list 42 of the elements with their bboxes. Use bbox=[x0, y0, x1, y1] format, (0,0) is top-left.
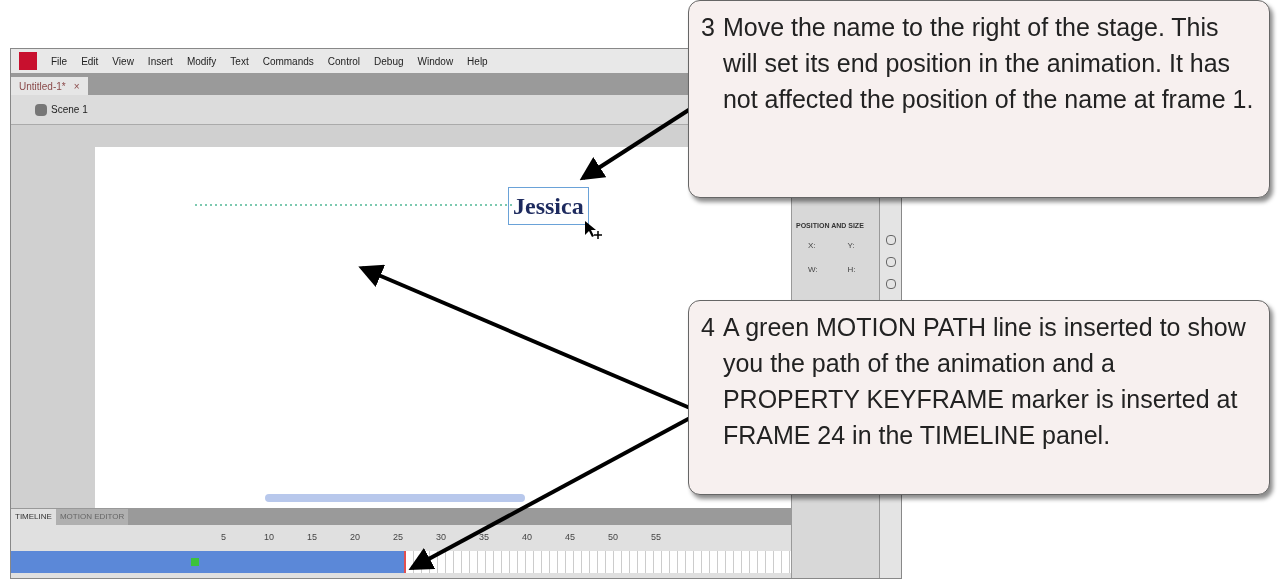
callout-text: A green MOTION PATH line is inserted to show you the path of the animation and a PROPERTY KEYFRAME marker is inserted at FRAME 24 in the TIMELINE panel. bbox=[722, 312, 1247, 451]
tool-icon[interactable] bbox=[885, 257, 896, 267]
field-label: X: bbox=[807, 239, 817, 252]
step-number: 4 bbox=[701, 312, 715, 343]
frame-number: 55 bbox=[651, 531, 662, 545]
menu-item[interactable]: File bbox=[51, 53, 68, 69]
frame-number: 30 bbox=[436, 531, 447, 545]
keyframe-icon bbox=[191, 558, 199, 566]
field-label: H: bbox=[846, 263, 857, 276]
document-tab[interactable]: Untitled-1* × bbox=[11, 77, 88, 95]
menu-item[interactable]: Edit bbox=[81, 53, 99, 69]
menu-item[interactable]: Insert bbox=[147, 53, 173, 69]
field-label: W: bbox=[807, 263, 819, 276]
frame-number: 25 bbox=[393, 531, 404, 545]
frame-number: 10 bbox=[264, 531, 275, 545]
timeline-tab[interactable]: TIMELINE bbox=[11, 509, 56, 525]
frame-number: 45 bbox=[565, 531, 576, 545]
frame-number: 5 bbox=[221, 531, 227, 545]
move-cursor-icon bbox=[583, 219, 603, 241]
menu-item[interactable]: Text bbox=[230, 53, 249, 69]
menu-item[interactable]: Modify bbox=[186, 53, 217, 69]
name-text[interactable]: Jessica bbox=[508, 187, 589, 225]
menu-item[interactable]: Commands bbox=[262, 53, 314, 69]
menu-item[interactable]: Window bbox=[417, 53, 454, 69]
menu-item[interactable]: View bbox=[112, 53, 134, 69]
frame-number: 20 bbox=[350, 531, 361, 545]
frame-number: 15 bbox=[307, 531, 318, 545]
app-logo-icon bbox=[19, 52, 37, 70]
frame-number: 50 bbox=[608, 531, 619, 545]
frame-number: 35 bbox=[479, 531, 490, 545]
scrollbar-thumb[interactable] bbox=[265, 494, 525, 502]
tool-icon[interactable] bbox=[885, 279, 896, 289]
menu-item[interactable]: Help bbox=[467, 53, 488, 69]
step-number: 3 bbox=[701, 12, 715, 43]
frame-number: 40 bbox=[522, 531, 533, 545]
menu-item[interactable]: Control bbox=[327, 53, 361, 69]
scene-label[interactable]: Scene 1 bbox=[51, 102, 88, 117]
field-label: Y: bbox=[846, 239, 856, 252]
tool-icon[interactable] bbox=[885, 235, 896, 245]
callout-text: Move the name to the right of the stage. This will set its end position in the animation. It has not affected the position of the name at frame 1. bbox=[722, 12, 1255, 115]
scene-icon bbox=[35, 103, 47, 116]
menu-item[interactable]: Debug bbox=[374, 53, 404, 69]
